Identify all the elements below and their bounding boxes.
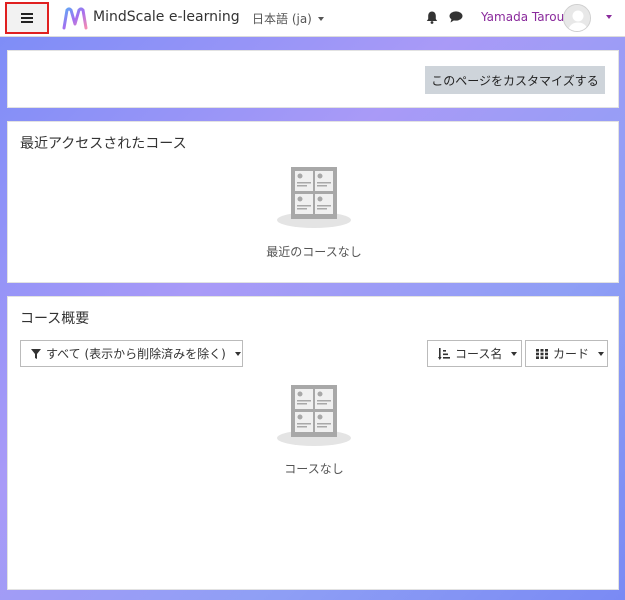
grid-icon [536, 348, 548, 359]
chevron-down-icon [317, 16, 324, 21]
course-overview-block: コース概要 すべて (表示から削除済みを除く) コース名 カード コースなし [7, 296, 619, 590]
customize-page-button[interactable]: このページをカスタマイズする [425, 66, 605, 94]
funnel-icon [31, 348, 41, 359]
courses-empty-icon [277, 167, 351, 228]
language-label: 日本語 ‎(ja)‎ [252, 12, 312, 26]
menu-toggle-button[interactable] [5, 2, 49, 34]
chat-icon[interactable] [449, 11, 463, 23]
chevron-down-icon [234, 351, 241, 356]
block-title: コース概要 [20, 311, 90, 327]
top-navbar: MindScale e-learning 日本語 ‎(ja)‎ Yamada T… [0, 0, 625, 37]
grouping-filter-dropdown[interactable]: すべて (表示から削除済みを除く) [20, 340, 243, 367]
site-name[interactable]: MindScale e-learning [93, 9, 240, 25]
customize-page-region: このページをカスタマイズする [7, 50, 619, 108]
filter-label: すべて (表示から削除済みを除く) [46, 347, 226, 361]
view-mode-dropdown[interactable]: カード [525, 340, 608, 367]
view-label: カード [553, 347, 590, 361]
user-avatar-icon [564, 5, 590, 31]
user-name[interactable]: Yamada Tarou [481, 10, 564, 24]
bell-icon[interactable] [426, 11, 438, 24]
empty-state-text: 最近のコースなし [266, 245, 362, 259]
sort-label: コース名 [455, 347, 503, 361]
recently-accessed-courses-block: 最近アクセスされたコース 最近のコースなし [7, 121, 619, 283]
sort-icon [438, 347, 450, 360]
block-title: 最近アクセスされたコース [20, 136, 187, 152]
hamburger-icon [21, 13, 33, 23]
courses-empty-icon [277, 385, 351, 446]
language-menu[interactable]: 日本語 ‎(ja)‎ [252, 10, 324, 27]
user-menu-chevron-icon[interactable] [606, 15, 612, 19]
chevron-down-icon [511, 351, 518, 356]
empty-state-text: コースなし [284, 462, 344, 476]
site-logo[interactable] [61, 6, 89, 32]
chevron-down-icon [598, 351, 605, 356]
avatar[interactable] [563, 4, 591, 32]
sort-dropdown[interactable]: コース名 [427, 340, 522, 367]
